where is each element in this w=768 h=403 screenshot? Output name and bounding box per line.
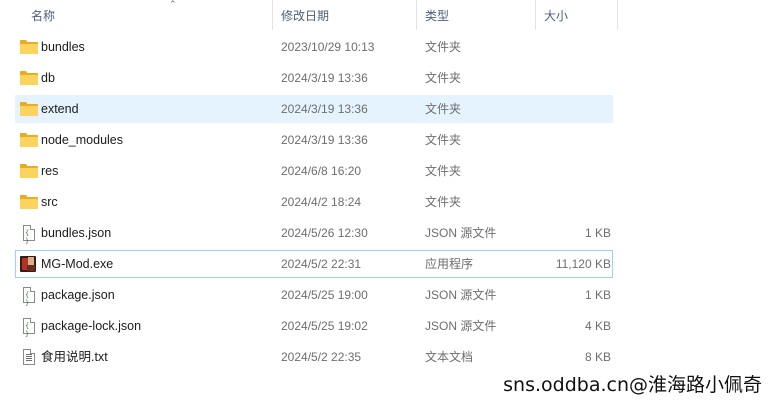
sort-ascending-icon: ⌃ [169,0,177,9]
file-type: 文件夹 [425,71,462,85]
file-date: 2024/6/8 16:20 [281,164,362,178]
text-file-icon [20,349,38,365]
file-date: 2024/5/25 19:02 [281,319,368,333]
column-header-type[interactable]: 类型 [417,0,536,30]
file-row-package-lock-json[interactable]: { } package-lock.json 2024/5/25 19:02 JS… [15,312,613,340]
file-name: MG-Mod.exe [41,257,114,271]
file-type: 文本文档 [425,350,474,364]
watermark-text: sns.oddba.cn@淮海路小佩奇 [503,374,762,396]
file-name: res [41,164,59,178]
column-header-size[interactable]: 大小 [536,0,618,30]
file-size [536,96,611,122]
file-type: 文件夹 [425,133,462,147]
json-file-icon: { } [20,225,38,245]
json-file-icon: { } [20,318,38,338]
column-header-date[interactable]: 修改日期 [273,0,417,30]
file-size [536,34,611,60]
file-size [536,158,611,184]
folder-icon [20,39,38,55]
file-row-bundles-json[interactable]: { } bundles.json 2024/5/26 12:30 JSON 源文… [15,219,613,247]
file-name: bundles [41,40,85,54]
file-date: 2024/5/2 22:35 [281,350,362,364]
file-name: bundles.json [41,226,112,240]
file-size: 1 KB [584,226,611,240]
file-date: 2024/5/26 12:30 [281,226,368,240]
folder-icon [20,70,38,86]
folder-icon [20,163,38,179]
file-name: package-lock.json [41,319,142,333]
file-explorer: 名称 ⌃ 修改日期 类型 大小 bundles 2023/10/29 10:13… [0,0,768,403]
file-row-package-json[interactable]: { } package.json 2024/5/25 19:00 JSON 源文… [15,281,613,309]
file-size: 4 KB [584,319,611,333]
file-row-mg-mod-exe[interactable]: MG-Mod.exe 2024/5/2 22:31 应用程序 11,120 KB [15,250,613,278]
file-row-bundles[interactable]: bundles 2023/10/29 10:13 文件夹 [15,33,613,61]
file-type: 文件夹 [425,102,462,116]
column-header-name-label: 名称 [31,9,56,23]
file-date: 2024/3/19 13:36 [281,71,368,85]
file-type: 文件夹 [425,164,462,178]
file-type: 文件夹 [425,195,462,209]
file-date: 2023/10/29 10:13 [281,40,375,54]
file-date: 2024/5/25 19:00 [281,288,368,302]
folder-icon [20,194,38,210]
file-type: JSON 源文件 [425,226,497,240]
file-row-extend[interactable]: extend 2024/3/19 13:36 文件夹 [15,95,613,123]
file-size: 11,120 KB [555,257,611,271]
file-row-res[interactable]: res 2024/6/8 16:20 文件夹 [15,157,613,185]
file-size: 1 KB [584,288,611,302]
file-date: 2024/4/2 18:24 [281,195,362,209]
column-header-date-label: 修改日期 [281,9,330,23]
file-row-usage-txt[interactable]: 食用说明.txt 2024/5/2 22:35 文本文档 8 KB [15,343,613,371]
file-date: 2024/3/19 13:36 [281,102,368,116]
file-name: extend [41,102,79,116]
exe-icon [20,256,38,272]
file-name: package.json [41,288,115,302]
file-row-src[interactable]: src 2024/4/2 18:24 文件夹 [15,188,613,216]
folder-icon [20,132,38,148]
file-name: node_modules [41,133,124,147]
file-size: 8 KB [584,350,611,364]
file-size [536,189,611,215]
column-header-type-label: 类型 [425,9,450,23]
file-date: 2024/3/19 13:36 [281,133,368,147]
column-header-size-label: 大小 [544,9,569,23]
column-header-name[interactable]: 名称 ⌃ [23,0,273,30]
folder-icon [20,101,38,117]
file-name: 食用说明.txt [41,350,108,364]
file-size [536,127,611,153]
file-type: 文件夹 [425,40,462,54]
file-date: 2024/5/2 22:31 [281,257,362,271]
file-type: JSON 源文件 [425,319,497,333]
file-name: src [41,195,58,209]
file-type: JSON 源文件 [425,288,497,302]
column-header-bar: 名称 ⌃ 修改日期 类型 大小 [0,0,768,30]
file-name: db [41,71,55,85]
file-size [536,65,611,91]
json-file-icon: { } [20,287,38,307]
file-row-node-modules[interactable]: node_modules 2024/3/19 13:36 文件夹 [15,126,613,154]
file-row-db[interactable]: db 2024/3/19 13:36 文件夹 [15,64,613,92]
file-type: 应用程序 [425,257,474,271]
